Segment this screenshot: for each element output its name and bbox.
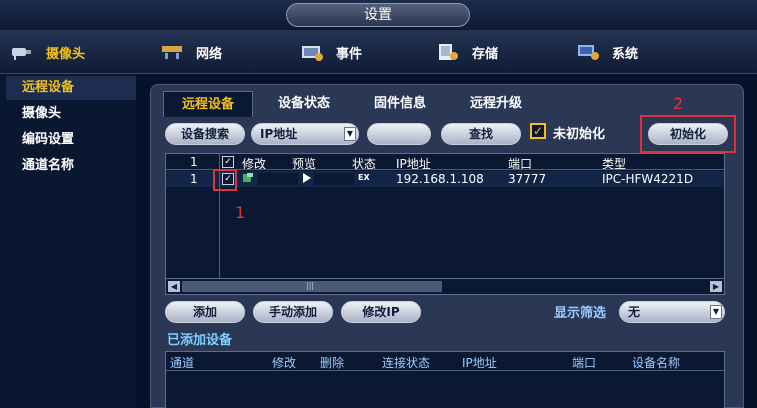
preview-cell <box>314 173 354 185</box>
header-connection-status: 连接状态 <box>382 356 431 370</box>
tab-device-status[interactable]: 设备状态 <box>259 91 349 117</box>
annotation-number-2: 2 <box>673 94 684 113</box>
search-input[interactable] <box>367 123 431 145</box>
add-button[interactable]: 添加 <box>165 301 245 323</box>
system-icon <box>576 43 600 61</box>
annotation-number-1: 1 <box>235 203 246 222</box>
header-delete: 删除 <box>320 356 345 370</box>
header-port: 端口 <box>572 356 597 370</box>
grip-icon: ||| <box>306 281 315 290</box>
nav-tab-event[interactable]: 事件 <box>300 30 362 74</box>
main-panel: 远程设备 设备状态 固件信息 远程升级 设备搜索 IP地址 ▼ 查找 ✓ 未初始… <box>150 84 744 408</box>
manual-add-button[interactable]: 手动添加 <box>253 301 333 323</box>
header-device-name: 设备名称 <box>632 356 681 370</box>
header-ip: IP地址 <box>462 356 497 370</box>
select-all-checkbox[interactable]: ✓ <box>222 156 234 168</box>
annotation-box-1 <box>213 169 237 191</box>
row-port: 37777 <box>508 172 547 186</box>
chevron-down-icon: ▼ <box>710 305 722 319</box>
added-devices-table: 通道 修改 删除 连接状态 IP地址 端口 设备名称 <box>165 351 725 408</box>
header-channel: 通道 <box>170 356 195 370</box>
added-devices-label: 已添加设备 <box>167 333 233 348</box>
nav-tab-camera[interactable]: 摄像头 <box>10 30 85 74</box>
camera-icon <box>10 43 34 61</box>
row-ip: 192.168.1.108 <box>396 172 484 186</box>
protocol-select[interactable]: IP地址 ▼ <box>251 123 359 145</box>
nav-tab-label: 网络 <box>196 46 223 62</box>
find-button[interactable]: 查找 <box>441 123 521 145</box>
sidebar-item-remote-device[interactable]: 远程设备 <box>6 76 136 100</box>
top-navigation: 摄像头 网络 事件 存储 系统 <box>0 30 757 74</box>
tab-remote-upgrade[interactable]: 远程升级 <box>451 91 541 117</box>
event-icon <box>300 43 324 61</box>
row-type: IPC-HFW4221D <box>602 172 694 186</box>
modify-cell <box>258 173 298 185</box>
play-icon[interactable] <box>302 172 312 187</box>
nav-tab-system[interactable]: 系统 <box>576 30 638 74</box>
header-divider <box>166 370 724 371</box>
tab-firmware-info[interactable]: 固件信息 <box>355 91 445 117</box>
device-table: 1 ✓ 修改 预览 状态 IP地址 端口 类型 1 ✓ EX 192.168.1… <box>165 153 725 295</box>
modify-ip-button[interactable]: 修改IP <box>341 301 421 323</box>
filter-label: 显示筛选 <box>554 306 607 321</box>
storage-icon <box>436 43 460 61</box>
header-modify: 修改 <box>272 356 297 370</box>
settings-window: 设置 摄像头 网络 事件 存储 系统 远程设备 摄像头 编码设置 通道名称 远程… <box>0 0 757 408</box>
nav-tab-label: 事件 <box>336 46 363 62</box>
sidebar-item-encode-settings[interactable]: 编码设置 <box>6 128 136 152</box>
nav-tab-label: 存储 <box>472 46 499 62</box>
uninitialized-checkbox[interactable]: ✓ <box>530 123 546 139</box>
protocol-select-value: IP地址 <box>260 127 298 141</box>
sidebar: 远程设备 摄像头 编码设置 通道名称 <box>0 74 136 408</box>
header-count: 1 <box>190 155 198 169</box>
tab-remote-device[interactable]: 远程设备 <box>163 91 253 117</box>
scroll-left-icon[interactable]: ◀ <box>168 281 180 292</box>
sidebar-item-camera[interactable]: 摄像头 <box>6 102 136 126</box>
sidebar-item-channel-name[interactable]: 通道名称 <box>6 154 136 178</box>
scroll-right-icon[interactable]: ▶ <box>710 281 722 292</box>
nav-tab-label: 系统 <box>612 46 639 62</box>
status-icon: EX <box>358 173 370 182</box>
nav-tab-label: 摄像头 <box>46 46 86 62</box>
nav-tab-network[interactable]: 网络 <box>160 30 222 74</box>
nav-tab-storage[interactable]: 存储 <box>436 30 498 74</box>
title-bar: 设置 <box>0 0 757 30</box>
filter-select[interactable]: 无 ▼ <box>619 301 725 323</box>
row-number: 1 <box>190 172 198 186</box>
annotation-box-2 <box>640 115 736 153</box>
window-title: 设置 <box>286 3 470 27</box>
horizontal-scrollbar[interactable]: ◀ ||| ▶ <box>166 278 724 294</box>
device-search-button[interactable]: 设备搜索 <box>165 123 245 145</box>
network-icon <box>160 43 184 61</box>
table-row[interactable]: 1 ✓ EX 192.168.1.108 37777 IPC-HFW4221D <box>166 171 724 187</box>
header-divider <box>166 169 724 170</box>
edit-icon[interactable] <box>242 172 254 187</box>
chevron-down-icon: ▼ <box>344 127 356 141</box>
filter-select-value: 无 <box>628 305 641 319</box>
uninitialized-label: 未初始化 <box>553 127 606 142</box>
